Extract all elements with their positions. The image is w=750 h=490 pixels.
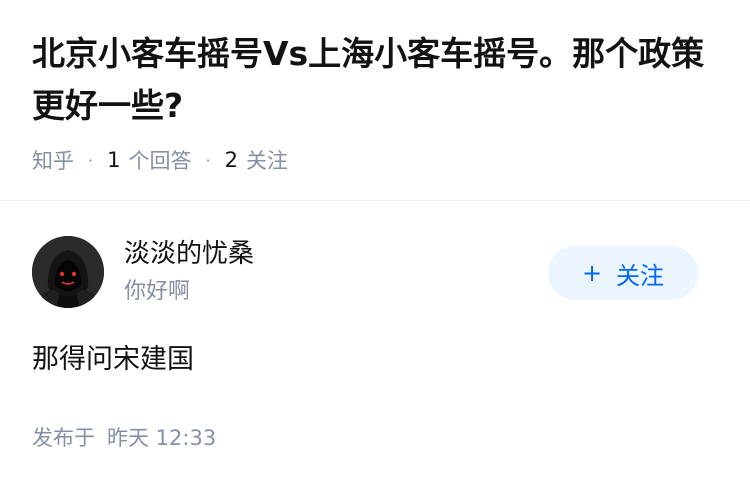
question-header: 北京小客车摇号Vs上海小客车摇号。那个政策更好一些? (32, 28, 722, 132)
answer-count-label[interactable]: 个回答 (128, 145, 191, 175)
meta-separator: · (88, 150, 94, 170)
author-bio: 你好啊 (124, 279, 191, 304)
answer-time-value: 昨天 12:33 (107, 426, 217, 450)
meta-separator: · (205, 150, 211, 170)
question-meta: 知乎 · 1 个回答 · 2 关注 (32, 143, 288, 177)
question-title[interactable]: 北京小客车摇号Vs上海小客车摇号。那个政策更好一些? (32, 28, 722, 132)
author-name[interactable]: 淡淡的忧桑 (124, 236, 254, 272)
source-label[interactable]: 知乎 (32, 145, 74, 175)
hooded-figure-avatar-icon (32, 236, 104, 308)
avatar[interactable] (32, 236, 104, 308)
answer-content[interactable]: 那得问宋建国 (32, 340, 194, 380)
answer-count: 1 (107, 148, 121, 172)
author-row: 淡淡的忧桑 你好啊 + 关注 (32, 236, 698, 312)
follower-count: 2 (224, 148, 238, 172)
answer-time-label: 发布于 (32, 426, 95, 450)
follow-button[interactable]: + 关注 (548, 246, 698, 300)
answer-time: 发布于 昨天 12:33 (32, 422, 216, 454)
follow-button-label: 关注 (616, 261, 665, 290)
divider (0, 200, 750, 201)
follower-count-label[interactable]: 关注 (246, 145, 288, 175)
plus-icon: + (581, 259, 603, 287)
